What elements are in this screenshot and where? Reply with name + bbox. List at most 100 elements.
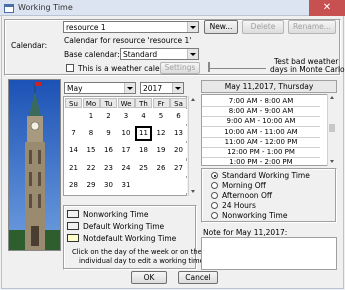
calendar-day[interactable]: 25 (135, 160, 152, 176)
working-time-option-label: Standard Working Time (222, 171, 310, 180)
working-time-radio[interactable] (211, 172, 218, 179)
calendar-day[interactable]: 9 (100, 126, 117, 142)
working-time-radio[interactable] (211, 212, 218, 219)
calendar-empty-cell (152, 177, 170, 193)
selected-date-header: May 11,2017, Thursday (201, 80, 337, 93)
settings-button[interactable]: Settings (160, 62, 200, 74)
day-header-tu[interactable]: Tu (100, 98, 117, 108)
calendar-day[interactable]: 6 (170, 109, 187, 124)
calendar-day[interactable]: 11 (135, 126, 152, 142)
legend-label-default: Default Working Time (83, 222, 165, 231)
chevron-down-icon[interactable] (187, 49, 198, 59)
scroll-down-icon[interactable] (191, 190, 195, 193)
title-bar: Working Time ✕ (0, 0, 345, 16)
time-range-list[interactable]: 7:00 AM - 8:00 AM 8:00 AM - 9:00 AM 9:00 A… (201, 94, 329, 166)
delete-button[interactable]: Delete (242, 20, 284, 34)
weather-caption-line2: days in Monte Carlo (270, 65, 345, 74)
calendar-day[interactable]: 18 (135, 143, 152, 159)
time-range-row[interactable]: 1:00 PM - 2:00 PM (202, 157, 320, 165)
month-calendar-grid: Su Mo Tu We Th Fr Sa 1 2 3 4 5 6 7 8 9 10 11 12 13 14 15 16 17 1… (63, 96, 187, 196)
chevron-down-icon[interactable] (187, 22, 198, 32)
day-header-sa[interactable]: Sa (170, 98, 187, 108)
tower-image (8, 79, 61, 251)
working-time-option-label: Afternoon Off (222, 191, 273, 200)
working-time-radio[interactable] (211, 182, 218, 189)
calendar-day[interactable]: 8 (82, 126, 100, 142)
calendar-day[interactable]: 28 (65, 177, 82, 193)
calendar-day[interactable]: 26 (152, 160, 170, 176)
calendar-day[interactable]: 7 (65, 126, 82, 142)
scroll-up-icon[interactable] (330, 96, 334, 99)
rename-button[interactable]: Rename... (288, 20, 336, 34)
new-button[interactable]: New... (204, 20, 238, 34)
calendar-day[interactable]: 3 (117, 109, 135, 124)
calendar-day[interactable]: 24 (117, 160, 135, 176)
calendar-day[interactable]: 21 (65, 160, 82, 176)
base-calendar-label: Base calendar: (64, 50, 120, 59)
working-time-option-label: Nonworking Time (222, 211, 288, 220)
working-time-radio[interactable] (211, 202, 218, 209)
calendar-day[interactable]: 17 (117, 143, 135, 159)
day-header-fr[interactable]: Fr (152, 98, 170, 108)
calendar-day[interactable]: 10 (117, 126, 135, 142)
calendar-day[interactable]: 20 (170, 143, 187, 159)
calendar-day[interactable]: 5 (152, 109, 170, 124)
ok-button[interactable]: OK (131, 271, 167, 284)
calendar-day[interactable]: 4 (135, 109, 152, 124)
working-time-radio[interactable] (211, 192, 218, 199)
base-calendar-value: Standard (123, 50, 158, 59)
time-list-scrollbar[interactable] (327, 94, 337, 166)
calendar-day[interactable]: 1 (82, 109, 100, 124)
year-value: 2017 (143, 84, 163, 93)
tower-picture (9, 80, 60, 250)
cancel-button[interactable]: Cancel (178, 271, 218, 284)
scroll-thumb[interactable] (329, 124, 335, 132)
note-textarea[interactable] (201, 237, 337, 270)
chevron-down-icon[interactable] (172, 83, 183, 93)
legend-hint-line2: individual day to edit a working time (79, 257, 204, 265)
working-time-options: Standard Working Time Morning Off Afternoo… (208, 171, 336, 223)
calendar-day[interactable]: 27 (170, 160, 187, 176)
close-button[interactable]: ✕ (309, 0, 345, 16)
window-title: Working Time (18, 3, 73, 12)
day-header-mo[interactable]: Mo (82, 98, 100, 108)
calendar-empty-cell (135, 177, 152, 193)
calendar-day[interactable]: 29 (82, 177, 100, 193)
calendar-label: Calendar: (11, 41, 48, 50)
calendar-empty-cell (170, 177, 187, 193)
day-header-we[interactable]: We (117, 98, 135, 108)
weather-slider-thumb[interactable] (208, 62, 210, 72)
legend-label-notdefault: Notdefault Working Time (83, 234, 177, 243)
day-header-th[interactable]: Th (135, 98, 152, 108)
calendar-day[interactable]: 15 (82, 143, 100, 159)
scroll-down-icon[interactable] (330, 160, 334, 163)
month-value: May (67, 84, 83, 93)
calendar-day[interactable]: 14 (65, 143, 82, 159)
calendar-empty-cell (65, 109, 82, 124)
close-icon: ✕ (322, 2, 332, 13)
resource-combo[interactable]: resource 1 (63, 21, 199, 33)
calendar-day[interactable]: 13 (170, 126, 187, 142)
calendar-day[interactable]: 19 (152, 143, 170, 159)
calendar-day[interactable]: 2 (100, 109, 117, 124)
calendar-day[interactable]: 16 (100, 143, 117, 159)
app-icon (4, 4, 14, 13)
weather-checkbox[interactable] (66, 64, 74, 72)
scroll-up-icon[interactable] (191, 98, 195, 101)
chevron-down-icon[interactable] (124, 83, 135, 93)
calendar-day[interactable]: 12 (152, 126, 170, 142)
working-time-option-label: Morning Off (222, 181, 266, 190)
weather-slider-track[interactable] (210, 68, 266, 69)
resource-combo-value: resource 1 (66, 23, 106, 32)
calendar-day[interactable]: 30 (100, 177, 117, 193)
month-combo[interactable]: May (64, 82, 136, 94)
legend-hint-line1: Click on the day of the week or on the (72, 248, 202, 256)
calendar-day[interactable]: 22 (82, 160, 100, 176)
calendar-day[interactable]: 31 (117, 177, 135, 193)
base-calendar-combo[interactable]: Standard (120, 48, 199, 60)
working-time-option-label: 24 Hours (222, 201, 256, 210)
calendar-day[interactable]: 23 (100, 160, 117, 176)
calendar-scrollbar[interactable] (188, 96, 198, 196)
year-combo[interactable]: 2017 (140, 82, 184, 94)
day-header-su[interactable]: Su (65, 98, 82, 108)
